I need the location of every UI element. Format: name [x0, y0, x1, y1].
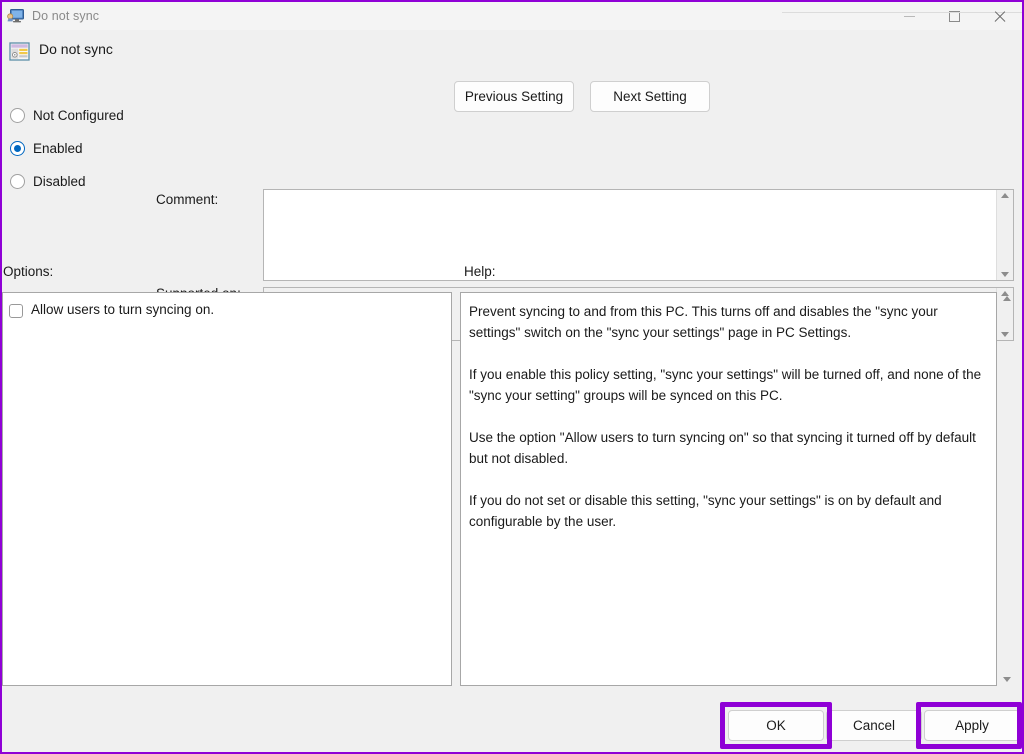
- apply-button[interactable]: Apply: [924, 710, 1020, 741]
- cancel-button[interactable]: Cancel: [826, 710, 922, 741]
- allow-users-turn-syncing-on-checkbox[interactable]: Allow users to turn syncing on.: [9, 302, 443, 318]
- computer-monitor-icon: [7, 8, 25, 24]
- radio-enabled-label: Enabled: [33, 141, 83, 156]
- help-paragraph: Prevent syncing to and from this PC. Thi…: [469, 301, 986, 343]
- radio-circle-icon: [10, 108, 25, 123]
- options-section-label: Options:: [3, 264, 53, 279]
- ok-button[interactable]: OK: [728, 710, 824, 741]
- close-button[interactable]: [977, 2, 1022, 30]
- comment-label: Comment:: [156, 192, 218, 207]
- help-paragraph: If you enable this policy setting, "sync…: [469, 364, 986, 406]
- radio-disabled[interactable]: Disabled: [10, 165, 160, 198]
- help-scrollbar[interactable]: [998, 292, 1015, 686]
- options-panel: Allow users to turn syncing on.: [2, 292, 452, 686]
- help-panel: Prevent syncing to and from this PC. Thi…: [460, 292, 997, 686]
- maximize-button[interactable]: [932, 2, 977, 30]
- help-paragraph: Use the option "Allow users to turn sync…: [469, 427, 986, 469]
- panels-container: Allow users to turn syncing on. Prevent …: [2, 292, 1022, 694]
- group-policy-setting-dialog: Do not sync: [0, 0, 1024, 754]
- radio-disabled-label: Disabled: [33, 174, 86, 189]
- policy-setting-icon: [9, 42, 30, 61]
- section-labels: Options: Help:: [2, 260, 1022, 292]
- radio-enabled[interactable]: Enabled: [10, 132, 160, 165]
- dialog-header: Do not sync Previous Setting Next Settin…: [2, 30, 1022, 90]
- minimize-icon: [904, 16, 915, 17]
- dialog-footer: OK Cancel Apply: [2, 694, 1022, 752]
- policy-title: Do not sync: [39, 41, 113, 57]
- scroll-down-icon[interactable]: [1003, 677, 1011, 682]
- radio-not-configured[interactable]: Not Configured: [10, 99, 160, 132]
- state-and-metadata-area: Not Configured Enabled Disabled Comment:…: [2, 90, 1022, 260]
- policy-state-radio-group: Not Configured Enabled Disabled: [10, 99, 160, 198]
- close-icon: [993, 10, 1006, 23]
- radio-not-configured-label: Not Configured: [33, 108, 124, 123]
- window-controls: [887, 2, 1022, 30]
- help-paragraph: If you do not set or disable this settin…: [469, 490, 986, 532]
- title-bar-divider: [782, 12, 1022, 13]
- help-section-label: Help:: [464, 264, 496, 279]
- checkbox-unchecked-icon: [9, 304, 23, 318]
- radio-circle-icon: [10, 174, 25, 189]
- title-bar: Do not sync: [2, 2, 1022, 30]
- allow-users-turn-syncing-on-label: Allow users to turn syncing on.: [31, 302, 214, 317]
- window-title: Do not sync: [32, 9, 99, 23]
- scroll-up-icon[interactable]: [1001, 193, 1009, 198]
- radio-circle-selected-icon: [10, 141, 25, 156]
- minimize-button[interactable]: [887, 2, 932, 30]
- scroll-up-icon[interactable]: [1003, 296, 1011, 301]
